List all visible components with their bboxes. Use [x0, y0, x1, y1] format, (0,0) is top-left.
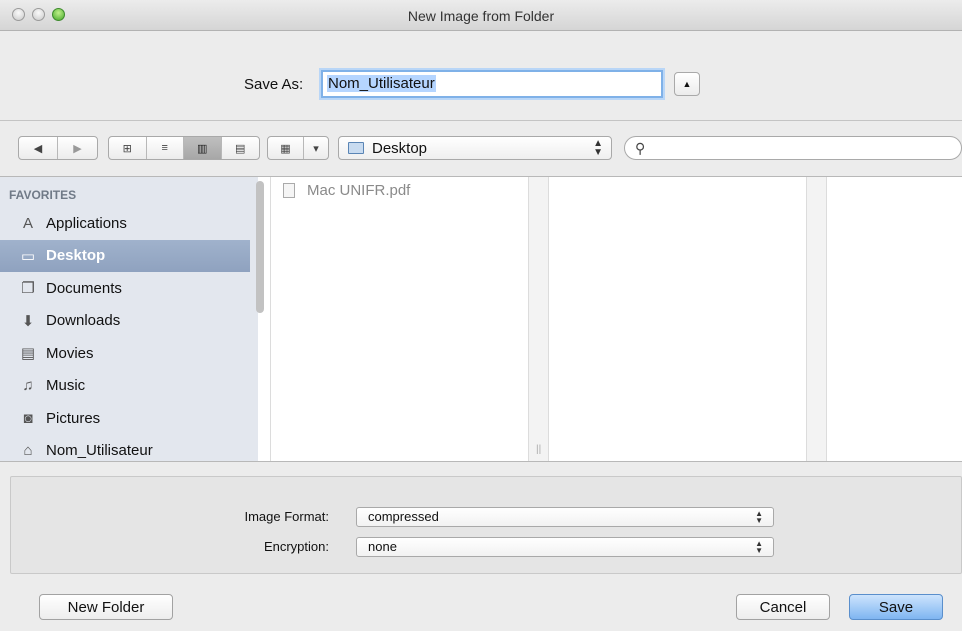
downloads-icon: ⬇	[21, 312, 35, 330]
column-view-button[interactable]: ▥	[184, 137, 222, 159]
window-title: New Image from Folder	[407, 8, 555, 24]
search-input[interactable]: ⚲	[624, 136, 962, 160]
back-forward-control: ◀ ▶	[18, 136, 98, 160]
desktop-icon: ▭	[20, 247, 36, 265]
column-resize-handle[interactable]: ||	[536, 444, 541, 455]
toolbar: ◀ ▶ ⊞ ≡ ▥ ▤ ▦ ▾ Desktop ▲ ▼ ⚲	[0, 120, 962, 176]
sidebar-item-label: Applications	[46, 214, 127, 232]
sidebar-item-label: Desktop	[46, 247, 106, 264]
image-options-panel: Image Format: compressed ▲ ▼ Encryption: …	[10, 476, 962, 574]
pictures-icon: ◙	[23, 409, 33, 427]
sidebar-section-favorites: FAVORITES	[9, 188, 77, 202]
location-popup[interactable]: Desktop ▲ ▼	[338, 136, 612, 160]
save-as-value: Nom_Utilisateur	[327, 75, 436, 92]
file-browser: FAVORITES A Applications ▭ Desktop ❐ Document…	[0, 176, 962, 462]
sidebar-item-music[interactable]: ♫ Music	[0, 370, 250, 402]
file-item[interactable]: Mac UNIFR.pdf	[283, 182, 410, 199]
folder-icon	[348, 142, 364, 154]
movies-icon: ▤	[20, 345, 36, 362]
sidebar-item-applications[interactable]: A Applications	[0, 207, 250, 239]
column-desktop[interactable]: Mac UNIFR.pdf	[270, 177, 528, 461]
applications-icon: A	[22, 214, 33, 232]
list-view-button[interactable]: ≡	[147, 137, 184, 159]
popup-arrows-icon: ▲ ▼	[593, 138, 603, 158]
encryption-select[interactable]: none ▲ ▼	[356, 537, 774, 557]
column-divider[interactable]	[806, 177, 826, 461]
sidebar-item-documents[interactable]: ❐ Documents	[0, 272, 250, 304]
image-format-label: Image Format:	[244, 509, 329, 524]
chevron-down-icon: ▾	[313, 142, 319, 155]
save-as-label: Save As:	[244, 76, 304, 93]
search-icon: ⚲	[635, 140, 646, 156]
sidebar-item-label: Music	[46, 377, 86, 394]
sidebar-scrollbar[interactable]	[256, 181, 264, 313]
sidebar-item-label: Pictures	[46, 409, 101, 427]
select-arrows-icon: ▲ ▼	[755, 539, 763, 555]
coverflow-view-button[interactable]: ▤	[222, 137, 259, 159]
encryption-label: Encryption:	[263, 539, 329, 554]
column-divider[interactable]	[528, 177, 548, 461]
icon-view-button[interactable]: ⊞	[109, 137, 147, 159]
sidebar-item-desktop[interactable]: ▭ Desktop	[0, 239, 250, 272]
home-icon: ⌂	[23, 442, 33, 459]
sidebar-item-label: Documents	[46, 279, 122, 297]
sidebar-item-nom-utilisateur[interactable]: ⌂ Nom_Utilisateur	[0, 435, 250, 467]
sidebar-item-label: Nom_Utilisateur	[46, 442, 153, 459]
sidebar-item-pictures[interactable]: ◙ Pictures	[0, 402, 250, 434]
encryption-value: none	[368, 539, 397, 554]
sidebar-item-downloads[interactable]: ⬇ Downloads	[0, 305, 250, 337]
sidebar-item-movies[interactable]: ▤ Movies	[0, 337, 250, 369]
sidebar-item-label: Downloads	[46, 312, 121, 329]
column-empty[interactable]	[548, 177, 806, 461]
back-button[interactable]: ◀	[19, 137, 59, 159]
documents-icon: ❐	[21, 280, 35, 297]
view-mode-control: ⊞ ≡ ▥ ▤	[108, 136, 260, 160]
arrange-button[interactable]: ▦ ▾	[267, 136, 329, 160]
pdf-file-icon	[283, 183, 295, 198]
cancel-button[interactable]: Cancel	[736, 594, 830, 620]
save-as-field[interactable]: Nom_Utilisateur	[321, 70, 663, 98]
image-format-select[interactable]: compressed ▲ ▼	[356, 507, 774, 527]
column-empty[interactable]	[826, 177, 962, 461]
arrange-icon: ▦	[268, 137, 304, 159]
image-format-value: compressed	[368, 509, 439, 524]
music-icon: ♫	[22, 377, 34, 394]
location-name: Desktop	[372, 140, 428, 157]
save-button[interactable]: Save	[849, 594, 943, 620]
sidebar-item-label: Movies	[46, 344, 94, 362]
select-arrows-icon: ▲ ▼	[755, 509, 763, 525]
forward-button[interactable]: ▶	[58, 137, 97, 159]
title-bar: New Image from Folder	[0, 0, 962, 31]
file-name: Mac UNIFR.pdf	[307, 182, 411, 199]
sidebar: FAVORITES A Applications ▭ Desktop ❐ Document…	[0, 177, 258, 461]
new-folder-button[interactable]: New Folder	[39, 594, 173, 620]
expand-dialog-button[interactable]: ▲	[674, 72, 700, 96]
